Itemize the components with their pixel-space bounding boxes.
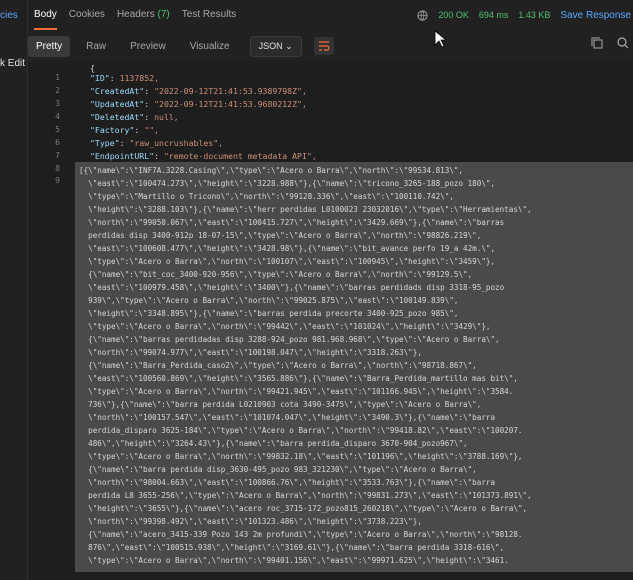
left-panel-label[interactable]: k Edit [0, 58, 25, 69]
content-line: 876\",\"east\":\"100515.938\",\"height\"… [79, 543, 505, 552]
json-value: 1137852, [119, 73, 160, 83]
code-line: "CreatedAt": "2022-09-12T21:41:53.938979… [90, 86, 307, 96]
code-line: "Factory": "", [90, 125, 160, 135]
save-response-button[interactable]: Save Response [560, 10, 631, 21]
content-line: \"height\":\"3655\"},{\"name\":\"acero r… [79, 504, 528, 513]
json-key: "ID" [90, 73, 110, 83]
code-editor[interactable]: 1 2 3 4 5 6 7 8 9 { "ID": 1137852, "Crea… [28, 62, 633, 580]
content-line: \"type\":\"Acero o Barra\",\"north\":\"9… [79, 322, 491, 331]
json-value: "2022-09-12T21:41:53.9389798Z", [154, 86, 307, 96]
line-number: 8 [55, 164, 60, 173]
open-brace: { [90, 63, 95, 73]
view-preview[interactable]: Preview [122, 36, 174, 57]
tab-cookies[interactable]: Cookies [63, 0, 111, 30]
content-line: \"north\":\"98004.663\",\"east\":\"10086… [79, 478, 496, 487]
content-line: [{\"name\":\"INF7A.3228.Casing\",\"type\… [79, 166, 464, 175]
content-line: \"north\":\"99050.067\",\"east\":\"10041… [79, 218, 505, 227]
code-line: "UpdatedAt": "2022-09-12T21:41:53.968021… [90, 99, 307, 109]
content-line: {\"name\":\"barra perdida disp_3630-495_… [79, 465, 477, 474]
content-line: \"height\":\"3348.895\"},{\"name\":\"bar… [79, 309, 459, 318]
wrap-icon [318, 41, 330, 51]
content-line: \"east\":\"100608.477\",\"height\":\"342… [79, 244, 496, 253]
view-pretty[interactable]: Pretty [28, 35, 71, 57]
chevron-down-icon: ⌄ [285, 40, 293, 51]
line-gutter: 1 2 3 4 5 6 7 8 9 [28, 62, 64, 580]
line-number: 4 [55, 112, 60, 121]
line-number: 9 [55, 176, 60, 185]
content-line: \"type\":\"Acero o Barra\",\"north\":\"9… [79, 387, 514, 396]
globe-icon[interactable] [417, 9, 428, 21]
json-key: "DeletedAt" [90, 112, 145, 122]
content-line: {\"name\":\"barras perdidadas disp 3288-… [79, 335, 500, 344]
content-line: \"north\":\"99398.492\",\"east\":\"10132… [79, 517, 422, 526]
json-key: "EndpointURL" [90, 151, 155, 161]
content-line: \"type\":\"Acero o Barra\",\"north\":\"1… [79, 257, 496, 266]
content-line: \"north\":\"99074.977\",\"east\":\"10019… [79, 348, 422, 357]
copy-icon[interactable] [591, 37, 603, 49]
json-key: "UpdatedAt" [90, 99, 145, 109]
json-key: "Factory" [90, 125, 135, 135]
line-number: 2 [55, 86, 60, 95]
json-value: "", [144, 125, 160, 135]
json-key: "Type" [90, 138, 120, 148]
json-value: "2022-09-12T21:41:53.9680212Z", [154, 99, 307, 109]
content-line: perdidas disp 3400-912p 18-07-15\",\"typ… [79, 231, 482, 240]
content-line: 486\",\"height\":\"3264.43\"},{\"name\":… [79, 439, 468, 448]
tab-headers-label: Headers [116, 9, 155, 20]
wrap-lines-button[interactable] [313, 37, 334, 55]
content-line: \"east\":\"100979.458\",\"height\":\"340… [79, 283, 505, 292]
json-value: "remote-document metadata API", [163, 151, 317, 161]
line-number: 1 [55, 73, 60, 82]
tab-body[interactable]: Body [28, 0, 63, 30]
mouse-cursor-icon [434, 30, 446, 48]
line-number: 5 [55, 125, 60, 134]
line-number: 3 [55, 99, 60, 108]
tab-headers[interactable]: Headers (7) [111, 0, 176, 30]
selected-content[interactable]: [{\"name\":\"INF7A.3228.Casing\",\"type\… [75, 162, 633, 572]
status-code[interactable]: 200 OK [438, 10, 469, 20]
view-visualize[interactable]: Visualize [182, 36, 238, 57]
format-label: JSON [258, 40, 283, 51]
left-panel: cies k Edit [0, 0, 28, 580]
left-panel-link[interactable]: cies [0, 10, 18, 21]
tab-headers-count: (7) [157, 9, 170, 20]
content-line: {\"name\":\"Barra_Perdida_caso2\",\"type… [79, 361, 477, 370]
editor-actions [591, 37, 629, 49]
content-line: 939\",\"type\":\"Acero o Barra\",\"north… [79, 296, 459, 305]
code-line: "Type": "raw_uncrushables", [90, 138, 224, 148]
content-line: \"height\":\"3288.103\"},{\"name\":\"her… [79, 205, 532, 214]
view-raw[interactable]: Raw [78, 36, 114, 57]
content-line: {\"name\":\"bit_coc_3400-920-956\",\"typ… [79, 270, 473, 279]
content-line: \"east\":\"100474.273\",\"height\":\"322… [79, 179, 496, 188]
code-line: "EndpointURL": "remote-document metadata… [90, 151, 317, 161]
content-line: {\"name\":\"acero_3415-339 Pozo 143 2m p… [79, 530, 523, 539]
code-line: "ID": 1137852, [90, 73, 160, 83]
json-value: "raw_uncrushables", [129, 138, 224, 148]
line-number: 6 [55, 138, 60, 147]
format-select[interactable]: JSON ⌄ [249, 35, 302, 57]
line-number: 7 [55, 151, 60, 160]
response-time[interactable]: 694 ms [479, 10, 509, 20]
content-line: perdida L8 3655-256\",\"type\":\"Acero o… [79, 491, 532, 500]
content-line: \"type\":\"Acero o Barra\",\"north\":\"9… [79, 556, 509, 565]
json-key: "CreatedAt" [90, 86, 145, 96]
content-line: \"type\":\"Acero o Barra\",\"north\":\"9… [79, 452, 523, 461]
view-toolbar: Pretty Raw Preview Visualize JSON ⌄ [28, 31, 633, 61]
json-value: null, [154, 112, 179, 122]
content-line: \"type\":\"Martillo o Tricono\",\"north\… [79, 192, 454, 201]
code-line: "DeletedAt": null, [90, 112, 179, 122]
response-size[interactable]: 1.43 KB [518, 10, 550, 20]
response-status: 200 OK 694 ms 1.43 KB Save Response [417, 0, 633, 30]
search-icon[interactable] [617, 37, 629, 49]
tab-test-results[interactable]: Test Results [176, 0, 242, 30]
content-line: perdida_disparo 3625-184\",\"type\":\"Ac… [79, 426, 523, 435]
content-line: \"east\":\"100560.869\",\"height\":\"356… [79, 374, 518, 383]
content-line: 736\"},{\"name\":\"barra perdida L021090… [79, 400, 482, 409]
content-line: \"north\":\"100157.547\",\"east\":\"1010… [79, 413, 496, 422]
